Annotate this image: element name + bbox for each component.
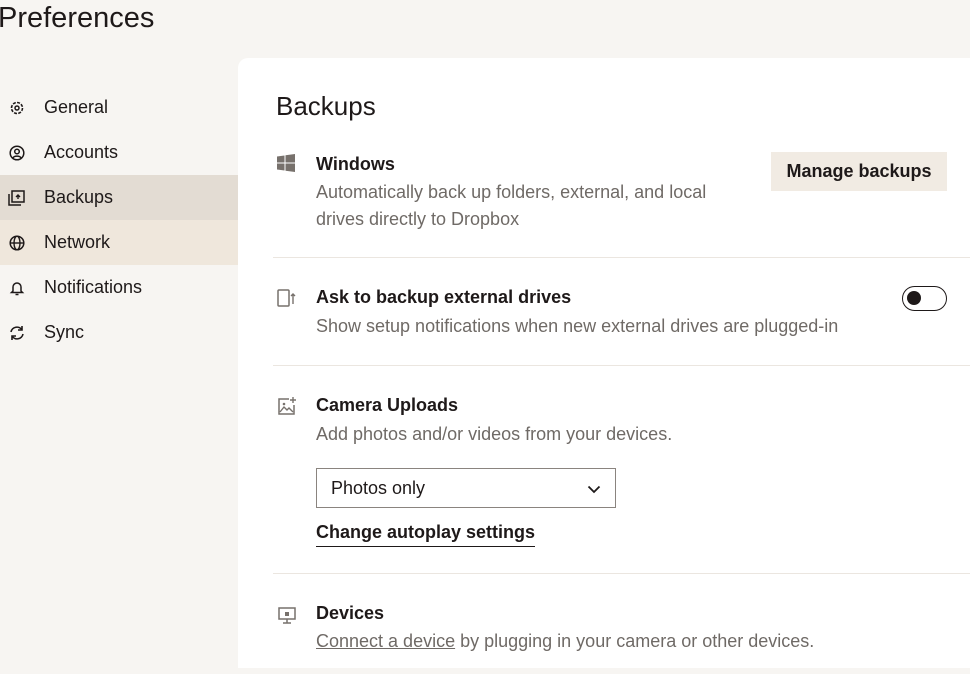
external-drives-section: Ask to backup external drives Show setup…	[273, 258, 970, 366]
chevron-down-icon	[587, 478, 601, 499]
account-icon	[8, 144, 26, 162]
globe-icon	[8, 234, 26, 252]
sidebar-item-accounts[interactable]: Accounts	[0, 130, 238, 175]
camera-uploads-desc: Add photos and/or videos from your devic…	[316, 424, 673, 444]
backup-icon	[8, 189, 26, 207]
monitor-icon	[277, 605, 297, 625]
sidebar-item-label: Sync	[44, 322, 85, 342]
manage-backups-button[interactable]: Manage backups	[771, 152, 947, 191]
windows-icon	[277, 154, 297, 174]
sidebar-item-label: Notifications	[44, 277, 143, 297]
change-autoplay-link[interactable]: Change autoplay settings	[316, 522, 536, 547]
windows-desc: Automatically back up folders, external,…	[316, 179, 706, 233]
camera-uploads-select[interactable]: Photos only	[316, 468, 616, 508]
connect-device-link[interactable]: Connect a device	[316, 631, 455, 651]
external-drives-title: Ask to backup external drives	[316, 287, 572, 307]
sidebar-item-label: General	[44, 97, 109, 117]
sidebar-item-label: Accounts	[44, 142, 119, 162]
bell-icon	[8, 279, 26, 297]
devices-desc-text: by plugging in your camera or other devi…	[455, 631, 815, 651]
settings-panel: Backups Windows Automatically back up fo…	[238, 58, 970, 668]
desc-line: drives directly to Dropbox	[316, 209, 520, 229]
photo-icon	[277, 396, 297, 416]
sidebar-item-backups[interactable]: Backups	[0, 175, 238, 220]
sidebar-item-network[interactable]: Network	[0, 220, 238, 265]
windows-title: Windows	[316, 154, 395, 174]
devices-title: Devices	[316, 603, 385, 623]
camera-uploads-title: Camera Uploads	[316, 395, 459, 415]
desc-line: Automatically back up folders, external,…	[316, 182, 707, 202]
external-drives-desc: Show setup notifications when new extern…	[316, 316, 839, 336]
gear-icon	[8, 99, 26, 117]
devices-desc: Connect a device by plugging in your cam…	[316, 631, 814, 652]
sidebar: General Accounts Backups Network Notific…	[0, 85, 238, 355]
sidebar-item-label: Network	[44, 232, 111, 252]
sidebar-item-label: Backups	[44, 187, 114, 207]
sidebar-item-notifications[interactable]: Notifications	[0, 265, 238, 310]
page-title: Preferences	[0, 2, 155, 34]
external-drive-icon	[277, 288, 297, 308]
devices-section: Devices	[273, 574, 970, 674]
sync-icon	[8, 324, 26, 342]
external-drives-toggle[interactable]	[902, 286, 947, 311]
sidebar-item-general[interactable]: General	[0, 85, 238, 130]
select-value: Photos only	[331, 477, 426, 498]
sidebar-item-sync[interactable]: Sync	[0, 310, 238, 355]
